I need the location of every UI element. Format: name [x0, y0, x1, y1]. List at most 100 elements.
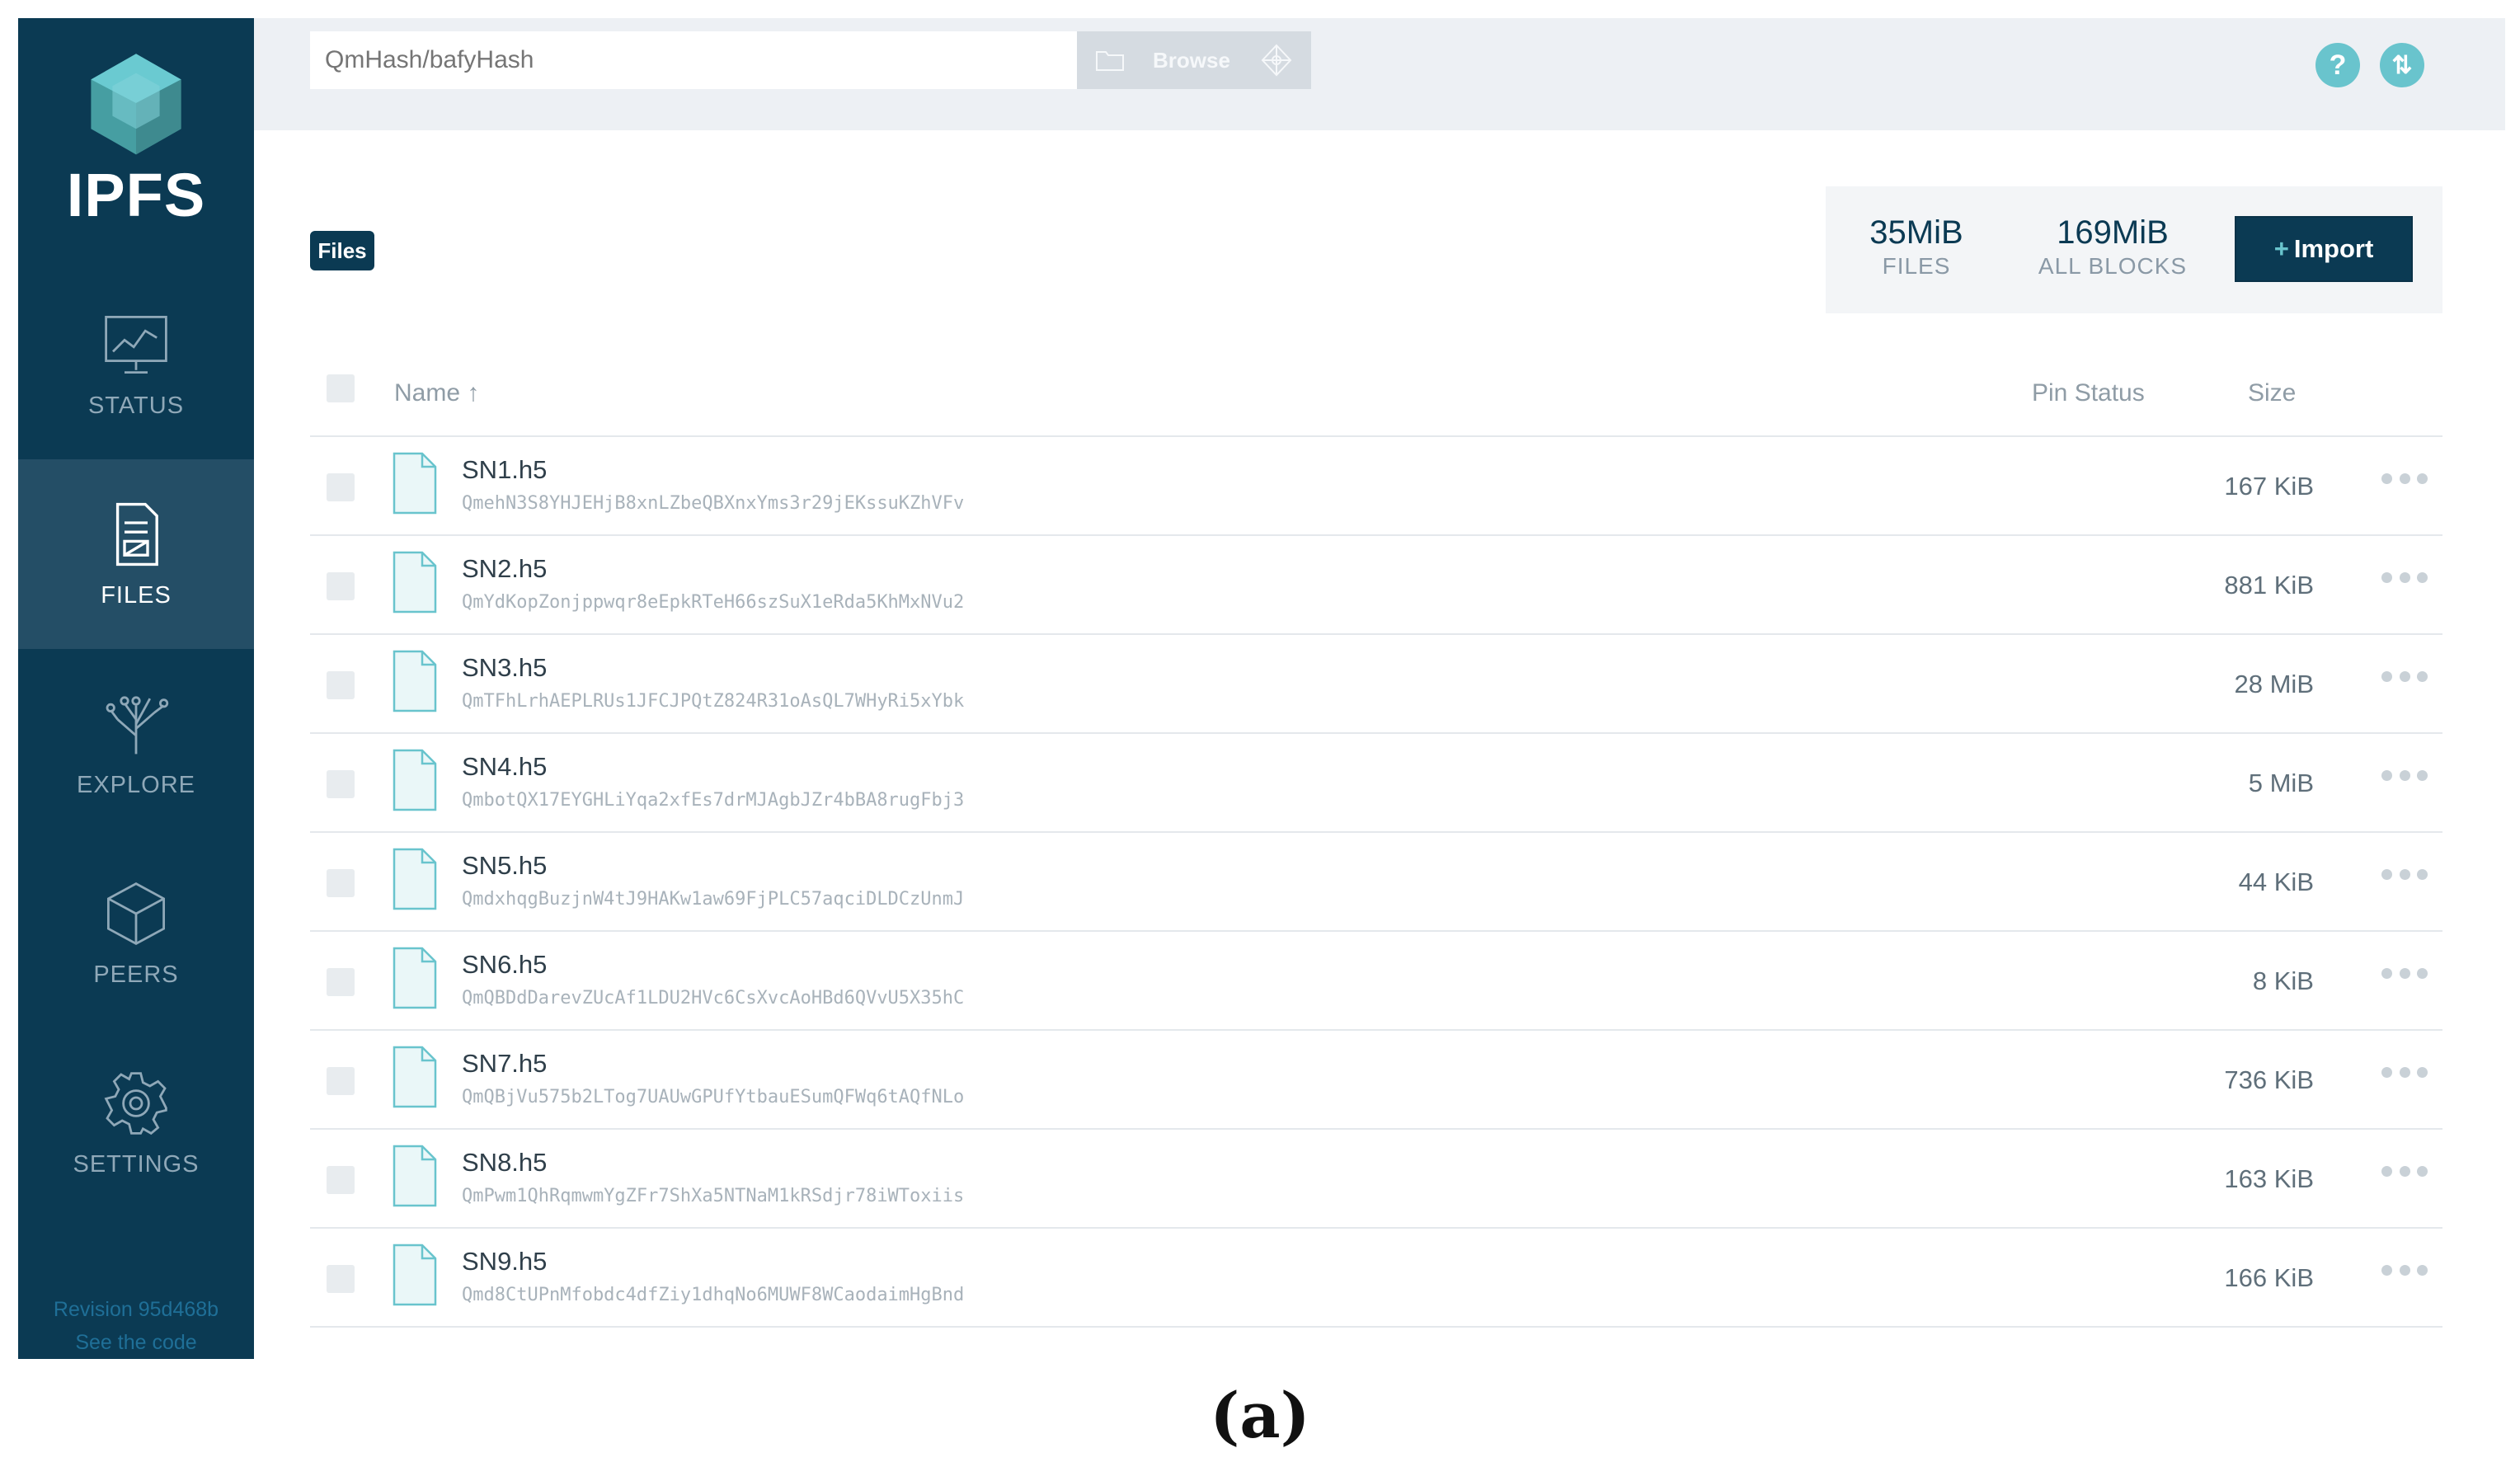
file-name[interactable]: SN6.h5	[462, 950, 547, 980]
more-options-icon[interactable]	[2381, 957, 2428, 990]
file-icon	[393, 1046, 437, 1108]
file-hash: Qmd8CtUPnMfobdc4dfZiy1dhqNo6MUWF8WCaodai…	[462, 1285, 965, 1305]
sidebar: IPFS STATUS FILES EXPLORE PEERS SETTINGS…	[18, 18, 254, 1359]
table-row[interactable]: SN5.h5 QmdxhqgBuzjnW4tJ9HAKw1aw69FjPLC57…	[310, 833, 2442, 932]
file-hash: QmQBDdDarevZUcAf1LDU2HVc6CsXvcAoHBd6QVvU…	[462, 988, 965, 1008]
column-header-name[interactable]: Name ↑	[394, 379, 479, 407]
file-size: 8 KiB	[2252, 966, 2314, 995]
sidebar-nav: STATUS FILES EXPLORE PEERS SETTINGS	[18, 270, 254, 1218]
file-name[interactable]: SN2.h5	[462, 554, 547, 584]
table-row[interactable]: SN3.h5 QmTFhLrhAEPLRUs1JFCJPQtZ824R31oAs…	[310, 635, 2442, 734]
table-row[interactable]: SN8.h5 QmPwm1QhRqmwmYgZFr7ShXa5NTNaM1kRS…	[310, 1130, 2442, 1229]
sidebar-item-label: STATUS	[87, 392, 185, 419]
file-size: 167 KiB	[2224, 472, 2314, 501]
file-hash: QmQBjVu575b2LTog7UAUwGPUfYtbauESumQFWq6t…	[462, 1087, 965, 1107]
table-body: SN1.h5 QmehN3S8YHJEHjB8xnLZbeQBXnxYms3r2…	[310, 437, 2442, 1328]
help-icon[interactable]: ?	[2315, 43, 2360, 87]
row-checkbox[interactable]	[327, 1265, 355, 1293]
table-header: Name ↑ Pin Status Size	[310, 355, 2442, 437]
brand-name: IPFS	[66, 161, 206, 229]
column-header-pin-status[interactable]: Pin Status	[2032, 379, 2145, 407]
ipfs-network-icon	[1261, 44, 1292, 77]
hash-search-input[interactable]	[310, 31, 1077, 89]
file-name[interactable]: SN9.h5	[462, 1247, 547, 1276]
more-options-icon[interactable]	[2381, 1154, 2428, 1187]
column-header-size[interactable]: Size	[2248, 379, 2296, 407]
file-size: 166 KiB	[2224, 1263, 2314, 1292]
sidebar-item-files[interactable]: FILES	[18, 459, 254, 649]
more-options-icon[interactable]	[2381, 858, 2428, 891]
import-label: Import	[2293, 234, 2374, 263]
file-icon	[393, 749, 437, 811]
sidebar-item-peers[interactable]: PEERS	[18, 839, 254, 1028]
gear-icon	[104, 1071, 167, 1135]
row-checkbox[interactable]	[327, 770, 355, 798]
file-name[interactable]: SN3.h5	[462, 653, 547, 683]
row-checkbox[interactable]	[327, 968, 355, 996]
row-checkbox[interactable]	[327, 1166, 355, 1194]
file-icon	[393, 848, 437, 910]
ipfs-logo-icon[interactable]	[82, 49, 190, 157]
files-size-caption: FILES	[1882, 253, 1951, 279]
more-options-icon[interactable]	[2381, 1056, 2428, 1088]
row-checkbox[interactable]	[327, 1067, 355, 1095]
file-hash: QmbotQX17EYGHLiYqa2xfEs7drMJAgbJZr4bBA8r…	[462, 790, 965, 811]
file-hash: QmYdKopZonjppwqr8eEpkRTeH66szSuX1eRda5Kh…	[462, 592, 965, 613]
file-icon	[393, 947, 437, 1009]
sidebar-item-settings[interactable]: SETTINGS	[18, 1028, 254, 1218]
file-icon	[393, 1244, 437, 1306]
more-options-icon[interactable]	[2381, 759, 2428, 792]
figure-caption: (a)	[1210, 1379, 1310, 1452]
sidebar-item-explore[interactable]: EXPLORE	[18, 649, 254, 839]
file-name[interactable]: SN7.h5	[462, 1049, 547, 1079]
files-stat: 35MiB FILES	[1842, 214, 1991, 280]
plus-icon: +	[2273, 234, 2289, 263]
file-name[interactable]: SN5.h5	[462, 851, 547, 881]
files-icon	[115, 502, 158, 566]
top-bar: Browse ? ⇅	[254, 18, 2505, 130]
file-hash: QmPwm1QhRqmwmYgZFr7ShXa5NTNaM1kRSdjr78iW…	[462, 1186, 965, 1206]
sidebar-item-label: SETTINGS	[73, 1150, 200, 1178]
folder-icon	[1096, 51, 1124, 71]
browse-button[interactable]: Browse	[1077, 31, 1311, 89]
file-hash: QmTFhLrhAEPLRUs1JFCJPQtZ824R31oAsQL7WHyR…	[462, 691, 965, 712]
files-breadcrumb[interactable]: Files	[310, 231, 374, 270]
row-checkbox[interactable]	[327, 473, 355, 501]
peers-cube-icon	[107, 882, 165, 945]
file-name[interactable]: SN4.h5	[462, 752, 547, 782]
table-row[interactable]: SN4.h5 QmbotQX17EYGHLiYqa2xfEs7drMJAgbJZ…	[310, 734, 2442, 833]
file-name[interactable]: SN8.h5	[462, 1148, 547, 1178]
sidebar-item-label: FILES	[101, 581, 172, 609]
table-row[interactable]: SN9.h5 Qmd8CtUPnMfobdc4dfZiy1dhqNo6MUWF8…	[310, 1229, 2442, 1328]
file-icon	[393, 551, 437, 614]
import-button[interactable]: + Import	[2235, 216, 2413, 282]
more-options-icon[interactable]	[2381, 462, 2428, 495]
file-size: 28 MiB	[2234, 670, 2314, 698]
more-options-icon[interactable]	[2381, 561, 2428, 594]
row-checkbox[interactable]	[327, 572, 355, 600]
select-all-checkbox[interactable]	[327, 374, 355, 402]
blocks-size-caption: ALL BLOCKS	[2038, 253, 2188, 279]
sync-icon[interactable]: ⇅	[2380, 43, 2424, 87]
file-size: 736 KiB	[2224, 1065, 2314, 1094]
file-icon	[393, 650, 437, 712]
status-chart-icon	[105, 315, 167, 374]
file-name[interactable]: SN1.h5	[462, 455, 547, 485]
file-size: 881 KiB	[2224, 571, 2314, 599]
more-options-icon[interactable]	[2381, 660, 2428, 693]
file-hash: QmdxhqgBuzjnW4tJ9HAKw1aw69FjPLC57aqciDLD…	[462, 889, 965, 910]
table-row[interactable]: SN1.h5 QmehN3S8YHJEHjB8xnLZbeQBXnxYms3r2…	[310, 437, 2442, 536]
files-size-value: 35MiB	[1869, 214, 1963, 251]
sidebar-item-status[interactable]: STATUS	[18, 270, 254, 459]
sidebar-item-label: PEERS	[93, 961, 179, 988]
row-checkbox[interactable]	[327, 869, 355, 897]
row-checkbox[interactable]	[327, 671, 355, 699]
more-options-icon[interactable]	[2381, 1253, 2428, 1286]
file-hash: QmehN3S8YHJEHjB8xnLZbeQBXnxYms3r29jEKssu…	[462, 493, 965, 514]
revision-text[interactable]: Revision 95d468b	[18, 1293, 254, 1326]
table-row[interactable]: SN7.h5 QmQBjVu575b2LTog7UAUwGPUfYtbauESu…	[310, 1031, 2442, 1130]
table-row[interactable]: SN2.h5 QmYdKopZonjppwqr8eEpkRTeH66szSuX1…	[310, 536, 2442, 635]
file-size: 163 KiB	[2224, 1164, 2314, 1193]
see-code-link[interactable]: See the code	[18, 1326, 254, 1359]
table-row[interactable]: SN6.h5 QmQBDdDarevZUcAf1LDU2HVc6CsXvcAoH…	[310, 932, 2442, 1031]
